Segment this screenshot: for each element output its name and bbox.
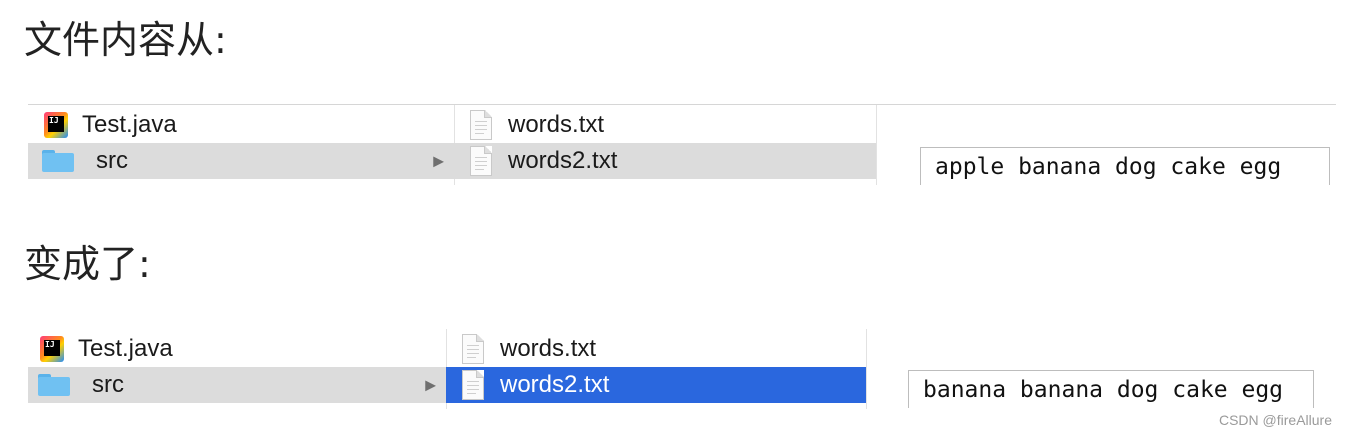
- before-label-test-java: Test.java: [82, 111, 177, 138]
- before-file-preview: apple banana dog cake egg: [920, 147, 1330, 185]
- after-file-browser: IJ Test.java src ▶ words.txt words2.txt: [28, 329, 868, 409]
- before-row-test-java[interactable]: IJ Test.java: [28, 107, 454, 143]
- before-column-src: words.txt words2.txt: [454, 105, 877, 185]
- before-label-src: src: [96, 147, 128, 174]
- after-heading: 变成了:: [24, 242, 151, 286]
- before-label-words-txt: words.txt: [508, 111, 605, 138]
- after-row-words2-txt[interactable]: words2.txt: [446, 367, 866, 403]
- after-row-test-java[interactable]: IJ Test.java: [28, 331, 446, 367]
- after-file-preview: banana banana dog cake egg: [908, 370, 1314, 408]
- before-heading: 文件内容从:: [24, 18, 227, 62]
- after-label-test-java: Test.java: [78, 335, 173, 362]
- before-row-words2-txt[interactable]: words2.txt: [454, 143, 876, 179]
- after-label-src: src: [92, 371, 124, 398]
- text-document-icon: [462, 334, 484, 364]
- before-column-project: IJ Test.java src ▶: [28, 105, 455, 185]
- text-document-icon: [470, 110, 492, 140]
- watermark: CSDN @fireAllure: [1218, 412, 1332, 428]
- text-document-icon: [470, 146, 492, 176]
- before-row-src[interactable]: src ▶: [28, 143, 454, 179]
- intellij-java-file-icon: IJ: [40, 336, 64, 362]
- before-row-words-txt[interactable]: words.txt: [454, 107, 876, 143]
- text-document-icon: [462, 370, 484, 400]
- after-label-words-txt: words.txt: [500, 335, 597, 362]
- after-row-src[interactable]: src ▶: [28, 367, 446, 403]
- before-file-browser: IJ Test.java src ▶ words.txt words2.txt: [28, 105, 878, 185]
- intellij-java-file-icon: IJ: [44, 112, 68, 138]
- after-label-words2-txt: words2.txt: [500, 371, 610, 398]
- folder-icon: [38, 374, 70, 396]
- expand-arrow-icon: ▶: [425, 376, 436, 393]
- after-column-project: IJ Test.java src ▶: [28, 329, 447, 409]
- after-column-src: words.txt words2.txt: [446, 329, 867, 409]
- folder-icon: [42, 150, 74, 172]
- expand-arrow-icon: ▶: [433, 152, 444, 169]
- before-label-words2-txt: words2.txt: [508, 147, 618, 174]
- after-row-words-txt[interactable]: words.txt: [446, 331, 866, 367]
